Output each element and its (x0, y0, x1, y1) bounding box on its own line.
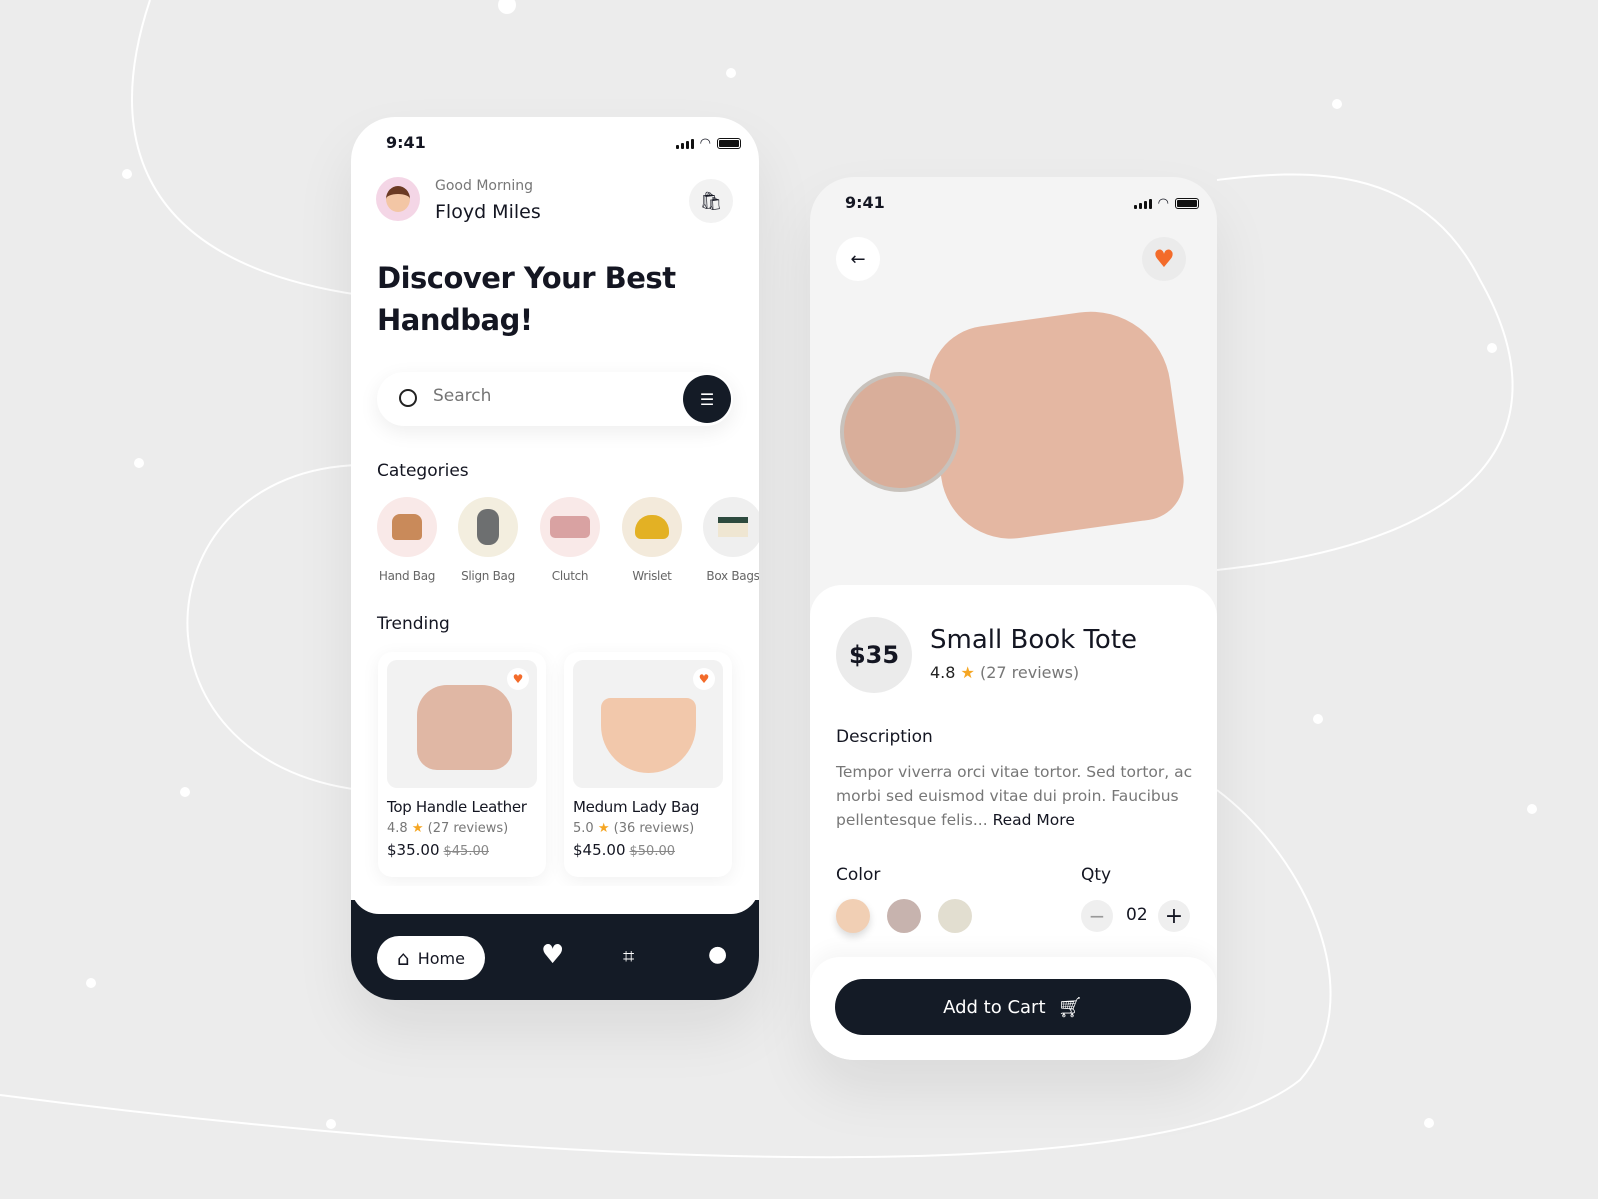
price-badge: $35 (836, 617, 912, 693)
wifi-icon: ◠ (1157, 196, 1169, 211)
filter-icon: ☰ (699, 389, 715, 409)
cart-icon: 🛒︎ (1057, 995, 1083, 1019)
search-icon (399, 389, 417, 407)
product-rating: 4.8 ★ (27 reviews) (387, 821, 509, 836)
product-name: Medum Lady Bag (573, 798, 700, 816)
product-card[interactable]: ♥ Top Handle Leather 4.8 ★ (27 reviews) … (378, 652, 546, 877)
product-rating: 4.8 ★ (27 reviews) (930, 663, 1080, 682)
status-icons: ◠ (1133, 196, 1199, 211)
star-icon: ★ (960, 663, 975, 682)
categories-title: Categories (377, 461, 469, 481)
bottom-nav: ⌂ Home ♥ ⌗ ● (351, 886, 759, 1000)
filter-button[interactable]: ☰ (683, 375, 731, 423)
product-price: $45.00 $50.00 (573, 841, 676, 859)
search-input[interactable] (433, 386, 653, 406)
status-icons: ◠ (675, 136, 741, 151)
qty-decrease-button[interactable]: − (1081, 900, 1113, 932)
battery-icon (1175, 198, 1199, 209)
trending-title: Trending (377, 614, 450, 634)
favorite-heart-icon[interactable]: ♥ (693, 668, 715, 690)
category-clutch[interactable]: Clutch (540, 497, 600, 583)
nav-scan-icon[interactable]: ⌗ (623, 944, 634, 968)
greeting: Good Morning (435, 178, 533, 194)
detail-panel: $35 Small Book Tote 4.8 ★ (27 reviews) D… (810, 585, 1217, 1060)
old-price: $45.00 (443, 844, 490, 859)
star-icon: ★ (597, 821, 610, 836)
search-bar[interactable]: ☰ (377, 372, 733, 426)
category-box-bags[interactable]: Box Bags (703, 497, 759, 583)
back-arrow-icon: ← (850, 248, 866, 270)
background-decoration (0, 0, 1537, 1159)
product-image: ♥ (573, 660, 723, 788)
qty-increase-button[interactable]: + (1158, 900, 1190, 932)
favorite-heart-icon[interactable]: ♥ (507, 668, 529, 690)
signal-icon (675, 138, 694, 149)
wifi-icon: ◠ (699, 136, 711, 151)
qty-value: 02 (1126, 905, 1148, 925)
status-time: 9:41 (386, 133, 426, 152)
product-image: ♥ (387, 660, 537, 788)
add-to-cart-button[interactable]: Add to Cart 🛒︎ (835, 979, 1191, 1035)
headline-line-1: Discover Your Best (377, 261, 676, 295)
minus-icon: − (1088, 904, 1106, 928)
nav-profile-icon[interactable]: ● (708, 942, 727, 967)
color-swatch-beige[interactable] (938, 899, 972, 933)
color-title: Color (836, 865, 881, 885)
nav-favorites-heart-icon[interactable]: ♥ (541, 940, 564, 970)
favorite-button[interactable]: ♥ (1142, 237, 1186, 281)
shopping-bag-icon: 🛍 (699, 190, 723, 212)
product-price: $35.00 $45.00 (387, 841, 490, 859)
description-title: Description (836, 727, 933, 747)
user-name: Floyd Miles (435, 201, 541, 223)
category-wristlet[interactable]: Wrislet (622, 497, 682, 583)
bag-button[interactable]: 🛍 (689, 179, 733, 223)
product-name: Top Handle Leather (387, 798, 527, 816)
signal-icon (1133, 198, 1152, 209)
star-icon: ★ (411, 821, 424, 836)
qty-title: Qty (1081, 865, 1112, 885)
headline-line-2: Handbag! (377, 303, 533, 337)
old-price: $50.00 (629, 844, 676, 859)
nav-home[interactable]: ⌂ Home (377, 936, 485, 980)
category-sling-bag[interactable]: Slign Bag (458, 497, 518, 583)
product-card[interactable]: ♥ Medum Lady Bag 5.0 ★ (36 reviews) $45.… (564, 652, 732, 877)
status-time: 9:41 (845, 193, 885, 212)
category-hand-bag[interactable]: Hand Bag (377, 497, 437, 583)
home-screen: 9:41 ◠ Good Morning Floyd Miles 🛍 Discov… (351, 117, 759, 1000)
page-title: Discover Your Best Handbag! (377, 257, 676, 341)
product-title: Small Book Tote (930, 625, 1138, 655)
avatar[interactable] (376, 177, 420, 221)
color-swatch-mauve[interactable] (887, 899, 921, 933)
product-detail-screen: 9:41 ◠ ← ♥ $35 Small Book Tote 4.8 ★ (27… (810, 177, 1217, 1060)
description-text: Tempor viverra orci vitae tortor. Sed to… (836, 763, 1193, 829)
plus-icon: + (1164, 903, 1184, 929)
battery-icon (717, 138, 741, 149)
heart-icon: ♥ (1153, 245, 1175, 273)
product-rating: 5.0 ★ (36 reviews) (573, 821, 695, 836)
home-icon: ⌂ (397, 946, 410, 970)
product-hero-image (840, 301, 1189, 548)
back-button[interactable]: ← (836, 237, 880, 281)
color-swatch-peach[interactable] (836, 899, 870, 933)
read-more-link[interactable]: Read More (993, 811, 1075, 829)
